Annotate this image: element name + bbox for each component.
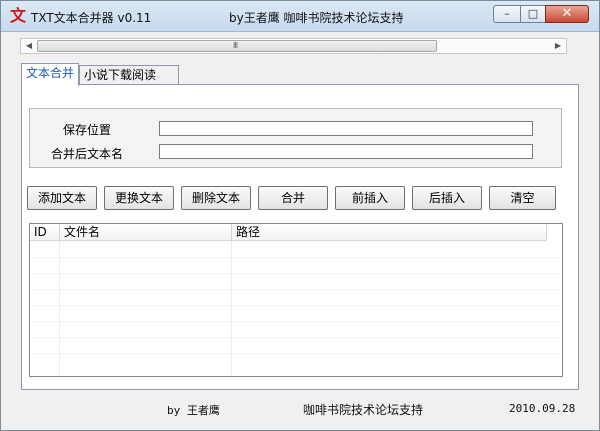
row-gridline — [30, 305, 562, 306]
row-gridline — [30, 353, 562, 354]
title-bar[interactable]: 文 TXT文本合并器 v0.11 by王者鹰 咖啡书院技术论坛支持 – □ ✕ — [1, 1, 599, 32]
column-header-filename[interactable]: 文件名 — [60, 224, 232, 241]
save-location-input[interactable] — [159, 121, 533, 136]
row-gridline — [30, 321, 562, 322]
clear-button[interactable]: 清空 — [489, 186, 556, 210]
maximize-button[interactable]: □ — [520, 5, 546, 23]
delete-text-button[interactable]: 删除文本 — [181, 186, 251, 210]
scroll-left-icon[interactable]: ◀ — [22, 39, 36, 53]
minimize-button[interactable]: – — [493, 5, 521, 23]
window-title: TXT文本合并器 v0.11 — [31, 11, 152, 25]
horizontal-scrollbar[interactable]: ◀ III ▶ — [20, 38, 567, 54]
minimize-icon: – — [504, 7, 510, 20]
status-date: 2010.09.28 — [509, 402, 576, 415]
tab-text-merge[interactable]: 文本合并 — [21, 63, 79, 86]
window-subtitle: by王者鹰 咖啡书院技术论坛支持 — [229, 11, 404, 25]
merged-name-label: 合并后文本名 — [51, 147, 124, 161]
save-location-label: 保存位置 — [63, 123, 112, 137]
scroll-right-icon[interactable]: ▶ — [551, 39, 565, 53]
maximize-icon: □ — [527, 7, 539, 20]
column-header-path[interactable]: 路径 — [232, 224, 547, 241]
row-gridline — [30, 289, 562, 290]
scrollbar-thumb[interactable]: III — [37, 40, 437, 52]
app-icon: 文 — [9, 6, 26, 25]
tab-novel-download[interactable]: 小说下载阅读 — [79, 65, 179, 85]
column-header-id[interactable]: ID — [30, 224, 60, 241]
close-button[interactable]: ✕ — [545, 5, 589, 23]
row-gridline — [30, 257, 562, 258]
status-support: 咖啡书院技术论坛支持 — [303, 403, 424, 417]
insert-after-button[interactable]: 后插入 — [412, 186, 482, 210]
merge-button[interactable]: 合并 — [258, 186, 328, 210]
app-window: 文 TXT文本合并器 v0.11 by王者鹰 咖啡书院技术论坛支持 – □ ✕ … — [0, 0, 600, 431]
row-gridline — [30, 337, 562, 338]
status-author: by 王者鹰 — [167, 404, 220, 417]
grip-icon: III — [233, 41, 238, 50]
file-list[interactable]: ID 文件名 路径 — [29, 223, 563, 377]
column-divider — [59, 241, 60, 376]
close-icon: ✕ — [561, 6, 573, 21]
column-divider — [231, 241, 232, 376]
add-text-button[interactable]: 添加文本 — [27, 186, 97, 210]
replace-text-button[interactable]: 更换文本 — [104, 186, 174, 210]
row-gridline — [30, 273, 562, 274]
insert-before-button[interactable]: 前插入 — [335, 186, 405, 210]
merged-name-input[interactable] — [159, 144, 533, 159]
